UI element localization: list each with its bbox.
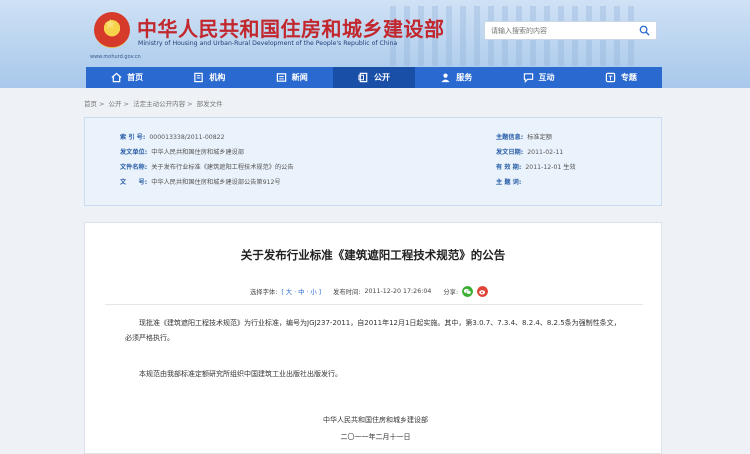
article-paragraph: 本规范由我部标准定额研究所组织中国建筑工业出版社出版发行。 [139, 370, 342, 378]
topic-icon [605, 72, 616, 83]
meta-docno-label: 文 号: [120, 179, 148, 186]
meta-index: 索 引 号: 000013338/2011-00822 [120, 132, 225, 141]
article-panel: 关于发布行业标准《建筑遮阳工程技术规范》的公告 选择字体: [ 大 · 中 · … [84, 222, 662, 454]
meta-date-label: 发文日期: [496, 149, 524, 156]
breadcrumb-current[interactable]: 部发文件 [197, 100, 223, 108]
meta-issuer: 发文单位: 中华人民共和国住房和城乡建设部 [120, 147, 244, 156]
site-subtitle: Ministry of Housing and Urban-Rural Deve… [138, 40, 398, 47]
publish-time: 2011-12-20 17:26:04 [364, 288, 432, 295]
news-icon [276, 73, 286, 82]
meta-issuer-label: 发文单位: [120, 149, 148, 156]
article-title: 关于发布行业标准《建筑遮阳工程技术规范》的公告 [240, 248, 506, 262]
building-icon [194, 72, 204, 83]
meta-date-value: 2011-02-11 [527, 149, 564, 156]
nav-label: 专题 [620, 73, 637, 82]
nav-label: 公开 [373, 73, 390, 82]
search-input[interactable] [491, 24, 631, 38]
nav-item-news[interactable]: 新闻 [251, 67, 333, 88]
nav-label: 新闻 [291, 73, 308, 82]
chat-icon [523, 73, 533, 83]
nav-item-topic[interactable]: 专题 [580, 67, 662, 88]
search-icon[interactable] [639, 25, 650, 36]
document-meta-panel: 索 引 号: 000013338/2011-00822 发文单位: 中华人民共和国住… [84, 117, 662, 206]
site-title[interactable]: 中华人民共和国住房和城乡建设部 [137, 13, 445, 42]
meta-docno: 文 号: 中华人民共和国住房和城乡建设部公告第912号 [120, 177, 281, 186]
meta-index-value: 000013338/2011-00822 [149, 134, 225, 141]
service-icon [441, 73, 450, 83]
meta-category-label: 主题信息: [496, 134, 524, 141]
divider [105, 304, 643, 305]
nav-item-service[interactable]: 服务 [415, 67, 497, 88]
nav-item-public[interactable]: 公开 [332, 67, 416, 88]
font-size-label: 选择字体: [250, 289, 278, 296]
meta-category: 主题信息: 标准定额 [496, 132, 552, 141]
meta-name: 文件名称: 关于发布行业标准《建筑遮阳工程技术规范》的公告 [120, 162, 294, 171]
article-paragraph: 现批准《建筑遮阳工程技术规范》为行业标准，编号为JGJ237-2011，自201… [125, 319, 621, 342]
publish-time-label: 发布时间: [333, 289, 361, 296]
meta-valid-label: 有 效 期: [496, 164, 522, 171]
home-icon [111, 72, 122, 83]
breadcrumb-public[interactable]: 公开 [109, 100, 122, 108]
breadcrumb-statutory[interactable]: 法定主动公开内容 [133, 100, 185, 108]
meta-docno-value: 中华人民共和国住房和城乡建设部公告第912号 [151, 179, 281, 186]
nav-item-interact[interactable]: 互动 [497, 67, 579, 88]
meta-name-label: 文件名称: [120, 164, 148, 171]
site-header: ★ 中华人民共和国住房和城乡建设部 Ministry of Housing an… [0, 0, 750, 88]
meta-date: 发文日期: 2011-02-11 [496, 147, 563, 156]
document-icon [358, 72, 368, 83]
signature-date: 二〇一一年二月十一日 [340, 433, 411, 441]
nav-item-home[interactable]: 首页 [86, 67, 168, 88]
meta-name-value: 关于发布行业标准《建筑遮阳工程技术规范》的公告 [151, 164, 294, 171]
nav-label: 机构 [209, 73, 226, 82]
font-size-selector[interactable]: [ 大 · 中 · 小 ] [281, 287, 321, 296]
meta-index-label: 索 引 号: [120, 134, 146, 141]
national-emblem-icon[interactable]: ★ [94, 12, 130, 48]
breadcrumb-home[interactable]: 首页 [84, 100, 97, 108]
weibo-share-icon[interactable] [477, 286, 489, 297]
meta-keywords: 主 题 词: [496, 177, 525, 186]
meta-keywords-label: 主 题 词: [496, 179, 522, 186]
article-info-bar: 选择字体: [ 大 · 中 · 小 ] 发布时间: 2011-12-20 17:… [250, 286, 489, 297]
breadcrumb: 首页 > 公开 > 法定主动公开内容 > 部发文件 [84, 100, 223, 108]
site-url: www.mohurd.gov.cn [90, 54, 141, 60]
search-box [484, 21, 657, 40]
nav-label: 互动 [538, 73, 555, 82]
meta-valid-value: 2011-12-01 生效 [525, 164, 576, 171]
share-label: 分享: [443, 289, 459, 296]
nav-item-org[interactable]: 机构 [168, 67, 250, 88]
nav-label: 首页 [127, 73, 144, 82]
meta-issuer-value: 中华人民共和国住房和城乡建设部 [151, 149, 245, 156]
signature-org: 中华人民共和国住房和城乡建设部 [323, 416, 428, 424]
main-nav: 首页 机构 新闻 公开 服务 互动 专题 [86, 67, 662, 88]
nav-label: 服务 [456, 73, 473, 82]
meta-valid: 有 效 期: 2011-12-01 生效 [496, 162, 576, 171]
wechat-share-icon[interactable] [462, 286, 474, 297]
meta-category-value: 标准定额 [527, 134, 552, 141]
